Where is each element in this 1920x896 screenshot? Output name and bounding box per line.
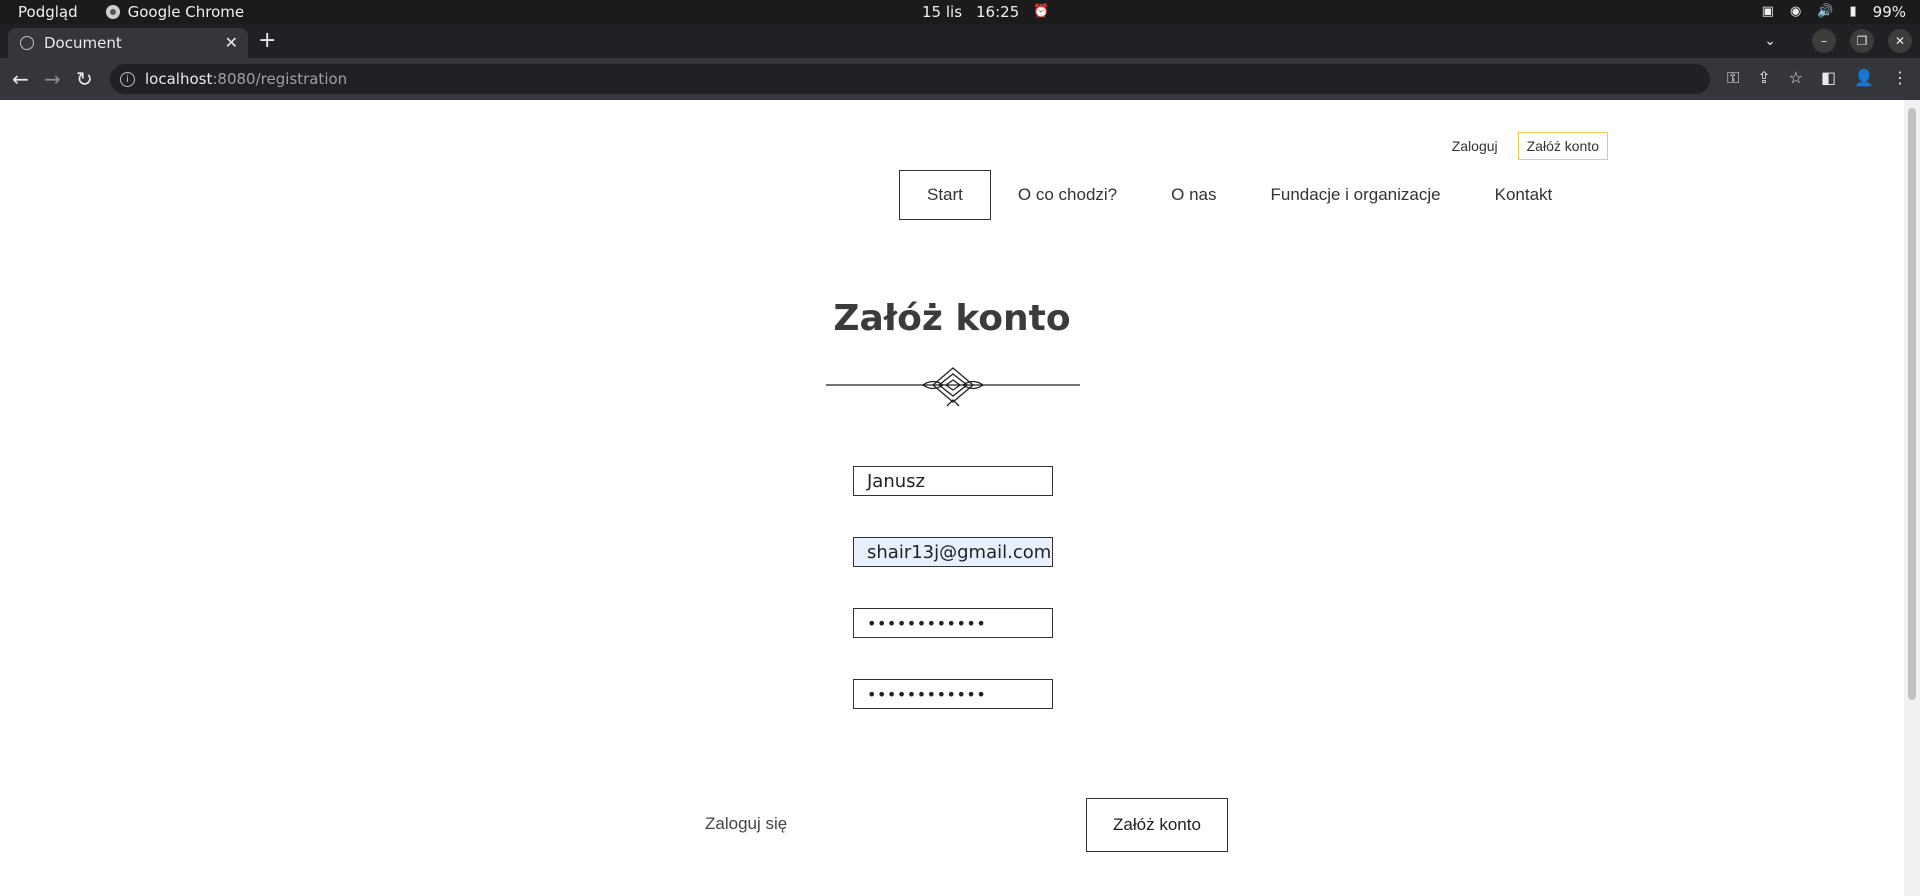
- menu-icon[interactable]: ⋮: [1892, 68, 1908, 88]
- wifi-icon[interactable]: ◉: [1790, 4, 1801, 20]
- side-panel-icon[interactable]: ◧: [1821, 68, 1836, 88]
- clock[interactable]: 15 lis 16:25 ⏰: [922, 3, 1049, 21]
- close-tab-icon[interactable]: ✕: [225, 33, 238, 52]
- nav-about-idea[interactable]: O co chodzi?: [991, 171, 1144, 219]
- email-value: shair13j@gmail.com: [867, 541, 1052, 563]
- back-icon[interactable]: ←: [12, 67, 29, 91]
- password-repeat-input[interactable]: ••••••••••••: [853, 679, 1053, 709]
- alarm-icon: ⏰: [1033, 4, 1050, 19]
- login-link[interactable]: Zaloguj: [1452, 134, 1498, 158]
- os-top-bar: Podgląd Google Chrome 15 lis 16:25 ⏰ ▣ ◉…: [0, 0, 1920, 24]
- page-title: Załóż konto: [833, 298, 1071, 339]
- share-icon[interactable]: ⇪: [1757, 68, 1770, 88]
- register-link[interactable]: Załóż konto: [1517, 132, 1608, 160]
- password-input[interactable]: ••••••••••••: [853, 608, 1053, 638]
- date-label: 15 lis: [922, 3, 963, 21]
- page-content: Zaloguj Załóż konto Start O co chodzi? O…: [0, 100, 1904, 896]
- url-host: localhost: [145, 70, 213, 88]
- auth-links: Zaloguj Załóż konto: [1452, 132, 1608, 160]
- nav-foundations[interactable]: Fundacje i organizacje: [1244, 171, 1468, 219]
- key-icon[interactable]: ⚿: [1727, 68, 1739, 88]
- reload-icon[interactable]: ↻: [76, 67, 93, 91]
- nav-start[interactable]: Start: [899, 170, 991, 220]
- login-instead-link[interactable]: Zaloguj się: [705, 814, 787, 834]
- password-value: ••••••••••••: [867, 613, 987, 633]
- browser-app-indicator[interactable]: Google Chrome: [105, 3, 245, 21]
- star-icon[interactable]: ☆: [1789, 68, 1803, 88]
- address-bar[interactable]: i localhost:8080/registration: [110, 64, 1710, 94]
- time-label: 16:25: [976, 3, 1020, 21]
- decoration-ornament-icon: [826, 367, 1080, 407]
- forward-icon[interactable]: →: [44, 67, 61, 91]
- email-input[interactable]: shair13j@gmail.com: [853, 537, 1053, 567]
- submit-register-button[interactable]: Załóż konto: [1086, 798, 1228, 852]
- restore-icon[interactable]: ❐: [1850, 29, 1874, 53]
- browser-toolbar: ← → ↻ i localhost:8080/registration ⚿ ⇪ …: [0, 58, 1920, 100]
- tray-app-icon[interactable]: ▣: [1762, 4, 1774, 20]
- url-path: :8080/registration: [212, 70, 348, 88]
- name-value: Janusz: [867, 470, 925, 492]
- profile-icon[interactable]: 👤: [1854, 68, 1874, 88]
- app-menu[interactable]: Podgląd: [18, 3, 78, 21]
- tab-search-icon[interactable]: ⌄: [1764, 33, 1776, 49]
- chrome-icon: [105, 5, 120, 19]
- battery-icon[interactable]: ▮: [1850, 4, 1857, 20]
- volume-icon[interactable]: 🔊: [1817, 4, 1833, 20]
- password-repeat-value: ••••••••••••: [867, 684, 987, 704]
- tab-strip: Document ✕ + ⌄ – ❐ ✕: [0, 24, 1920, 58]
- main-nav: Start O co chodzi? O nas Fundacje i orga…: [899, 170, 1579, 220]
- globe-icon: [20, 36, 34, 50]
- site-info-icon[interactable]: i: [120, 71, 135, 87]
- nav-about-us[interactable]: O nas: [1144, 171, 1243, 219]
- new-tab-icon[interactable]: +: [258, 28, 276, 53]
- minimize-icon[interactable]: –: [1812, 29, 1836, 53]
- registration-form: Janusz shair13j@gmail.com •••••••••••• •…: [853, 466, 1053, 750]
- browser-tab[interactable]: Document ✕: [8, 28, 248, 58]
- name-input[interactable]: Janusz: [853, 466, 1053, 496]
- battery-level: 99%: [1872, 3, 1906, 21]
- scrollbar-thumb[interactable]: [1908, 108, 1916, 700]
- close-window-icon[interactable]: ✕: [1888, 29, 1912, 53]
- page-scrollbar[interactable]: [1904, 100, 1920, 896]
- nav-contact[interactable]: Kontakt: [1468, 171, 1580, 219]
- tab-title: Document: [44, 34, 122, 52]
- browser-name: Google Chrome: [127, 3, 245, 21]
